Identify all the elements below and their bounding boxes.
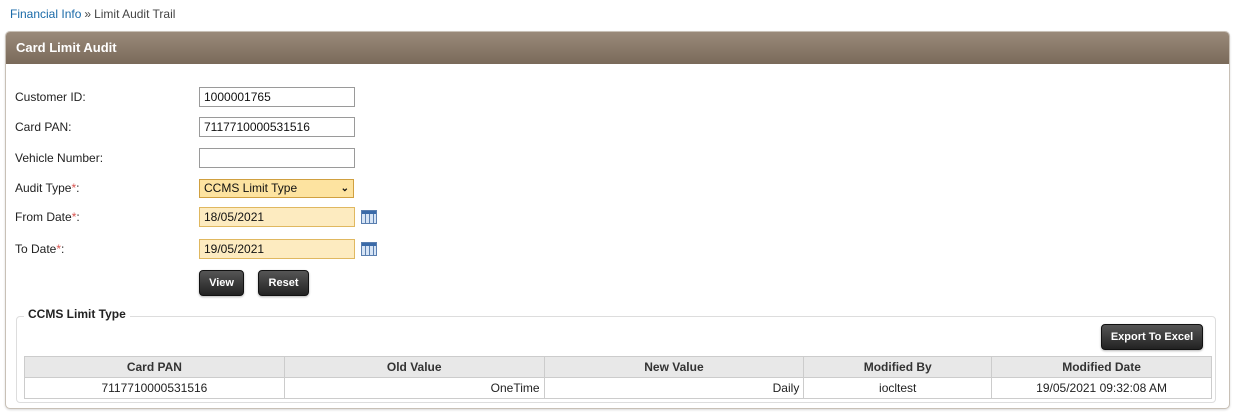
cell-modified-date: 19/05/2021 09:32:08 AM [991,377,1212,399]
reset-button[interactable]: Reset [258,270,309,296]
table-header-row: Card PAN Old Value New Value Modified By… [24,356,1212,378]
cell-old-value: OneTime [283,377,545,399]
to-date-input[interactable]: 19/05/2021 [199,239,355,259]
column-header[interactable]: Modified By [803,356,993,378]
card-pan-input[interactable]: 7117710000531516 [199,117,355,137]
results-section: CCMS Limit Type Export To Excel Card PAN… [16,307,1216,403]
audit-type-select[interactable]: CCMS Limit Type ⌄ [199,178,354,198]
from-date-row: From Date*: 18/05/2021 [15,207,377,227]
export-to-excel-button[interactable]: Export To Excel [1101,324,1203,350]
from-date-input[interactable]: 18/05/2021 [199,207,355,227]
calendar-icon[interactable] [361,210,377,224]
vehicle-number-label: Vehicle Number: [15,151,104,165]
card-pan-row: Card PAN: 7117710000531516 [15,117,355,137]
column-header[interactable]: Card PAN [24,356,285,378]
column-header[interactable]: Old Value [283,356,545,378]
from-date-label-text: From Date [15,210,72,224]
results-legend: CCMS Limit Type [24,307,130,321]
cell-new-value: Daily [543,377,805,399]
card-pan-label: Card PAN: [15,120,72,134]
panel-title: Card Limit Audit [6,32,1229,64]
cell-modified-by: iocltest [803,377,993,399]
calendar-icon[interactable] [361,242,377,256]
label-colon: : [76,210,80,224]
vehicle-number-row: Vehicle Number: [15,148,355,168]
audit-type-selected-value: CCMS Limit Type [204,180,298,195]
customer-id-row: Customer ID: 1000001765 [15,87,355,107]
breadcrumb-link-financial-info[interactable]: Financial Info [10,7,81,21]
to-date-row: To Date*: 19/05/2021 [15,239,377,259]
chevron-down-icon: ⌄ [340,182,349,194]
cell-card-pan: 7117710000531516 [24,377,285,399]
results-table: Card PAN Old Value New Value Modified By… [24,356,1212,399]
breadcrumb-separator: » [84,7,92,21]
audit-type-label: Audit Type*: [15,181,199,195]
table-row: 7117710000531516 OneTime Daily iocltest … [24,377,1212,399]
view-button[interactable]: View [199,270,244,296]
audit-type-row: Audit Type*: CCMS Limit Type ⌄ [15,178,354,198]
label-colon: : [76,181,80,195]
to-date-label: To Date*: [15,242,199,256]
customer-id-label: Customer ID: [15,90,86,104]
vehicle-number-input[interactable] [199,148,355,168]
label-colon: : [61,242,65,256]
column-header[interactable]: Modified Date [991,356,1212,378]
customer-id-input[interactable]: 1000001765 [199,87,355,107]
breadcrumb-current: Limit Audit Trail [94,7,176,21]
column-header[interactable]: New Value [543,356,805,378]
audit-type-label-text: Audit Type [15,181,72,195]
breadcrumb: Financial Info» Limit Audit Trail [10,7,175,21]
from-date-label: From Date*: [15,210,199,224]
card-limit-audit-panel: Card Limit Audit Customer ID: 1000001765… [5,31,1230,409]
to-date-label-text: To Date [15,242,57,256]
